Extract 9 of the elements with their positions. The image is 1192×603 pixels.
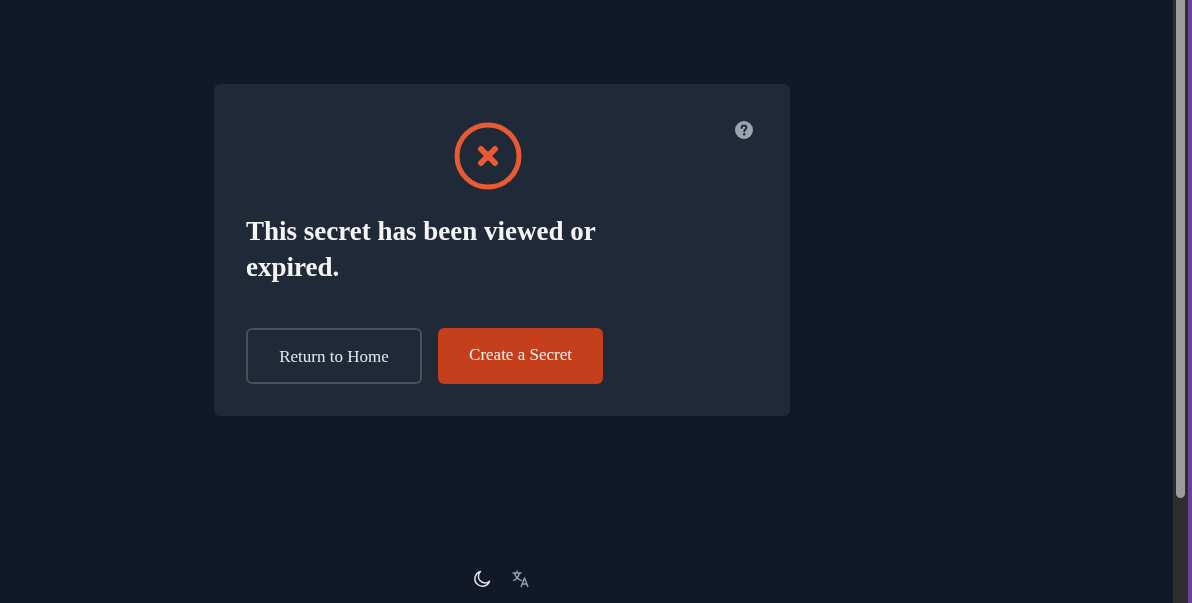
moon-icon[interactable] xyxy=(473,570,491,588)
scrollbar-thumb[interactable] xyxy=(1176,0,1185,498)
error-x-circle-icon xyxy=(454,122,522,190)
create-secret-button[interactable]: Create a Secret xyxy=(438,328,603,384)
scrollbar-track[interactable] xyxy=(1173,0,1188,603)
help-icon[interactable] xyxy=(735,121,753,139)
message-title: This secret has been viewed or expired. xyxy=(246,215,597,284)
return-home-button[interactable]: Return to Home xyxy=(246,328,422,384)
translate-icon[interactable] xyxy=(512,570,530,588)
